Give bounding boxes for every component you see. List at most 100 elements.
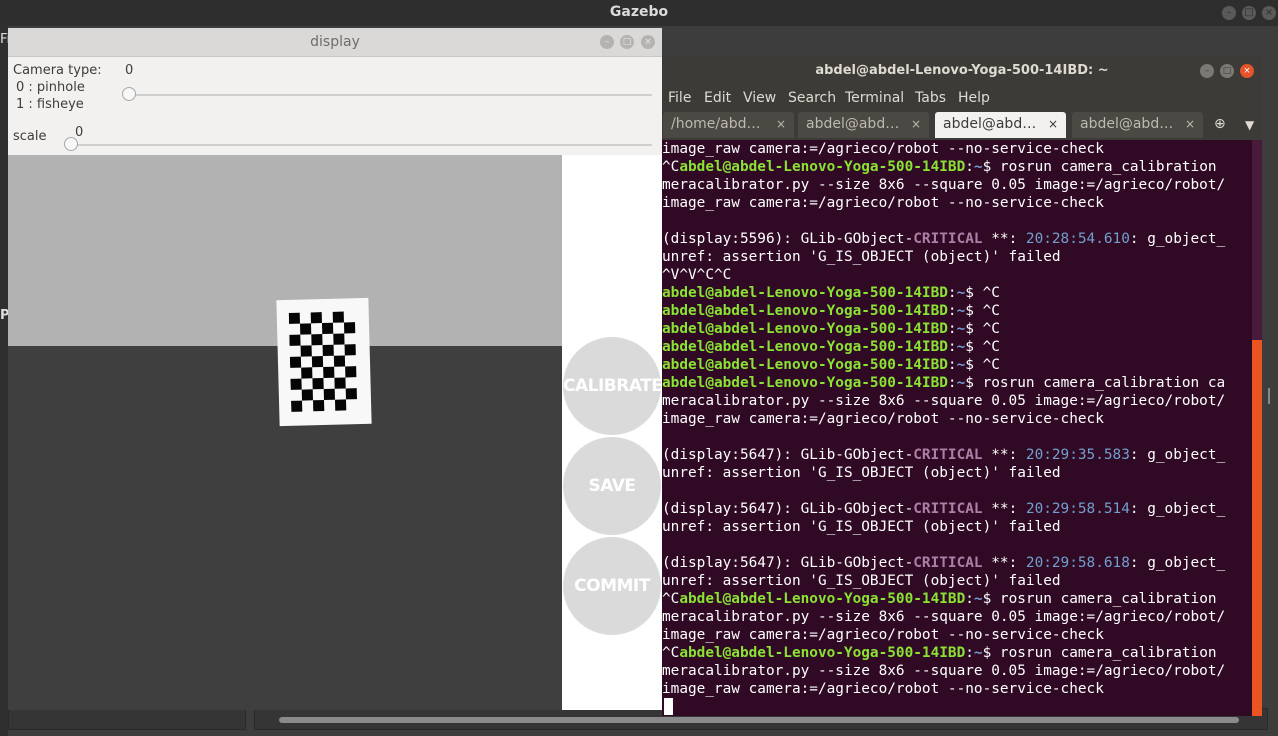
terminal-line: image_raw camera:=/agrieco/robot --no-se… [662, 680, 1252, 698]
checker-square [334, 377, 346, 389]
terminal-segment: (display:5647): GLib-GObject- [662, 555, 914, 571]
checker-square [288, 312, 300, 324]
terminal-close-icon[interactable]: × [1240, 64, 1254, 78]
terminal-output[interactable]: image_raw camera:=/agrieco/robot --no-se… [662, 140, 1252, 716]
menu-terminal[interactable]: Terminal [845, 90, 904, 106]
display-minimize-icon[interactable]: – [600, 35, 614, 49]
gazebo-scroll-thumb[interactable] [279, 717, 1239, 723]
menu-file[interactable]: File [668, 90, 691, 106]
checker-square [312, 400, 325, 412]
terminal-segment: : [947, 285, 957, 301]
terminal-menubar: File Edit View Search Terminal Tabs Help [662, 86, 1262, 110]
checker-square [291, 400, 303, 412]
scale-slider[interactable] [70, 144, 652, 146]
menu-search[interactable]: Search [788, 90, 836, 106]
menu-view[interactable]: View [743, 90, 776, 106]
camera-type-label: Camera type: [13, 63, 102, 78]
terminal-segment: **: [982, 447, 1026, 463]
checker-square [344, 344, 356, 356]
checker-square [321, 322, 334, 335]
display-title: display [310, 34, 360, 50]
menu-help[interactable]: Help [958, 90, 990, 106]
terminal-tabbar: /home/abd… × abdel@abd… × abdel@abd… × a… [662, 110, 1262, 140]
menu-tabs[interactable]: Tabs [915, 90, 946, 106]
terminal-line: unref: assertion 'G_IS_OBJECT (object)' … [662, 248, 1252, 266]
checker-square [311, 356, 324, 368]
terminal-segment: ~ [956, 375, 966, 391]
camera-type-slider[interactable] [128, 94, 652, 96]
terminal-line: ^Cabdel@abdel-Lenovo-Yoga-500-14IBD:~$ r… [662, 590, 1252, 608]
tab-close-icon[interactable]: × [911, 117, 921, 131]
display-close-icon[interactable]: × [641, 35, 655, 49]
terminal-segment: : g_object_ [1129, 231, 1226, 247]
menu-edit[interactable]: Edit [704, 90, 731, 106]
tab-close-icon[interactable]: × [1185, 117, 1195, 131]
gazebo-close-icon[interactable]: × [1262, 6, 1276, 20]
terminal-segment: : [947, 321, 957, 337]
gazebo-minimize-icon[interactable]: – [1222, 6, 1236, 20]
terminal-segment: ^C [662, 645, 680, 661]
terminal-tab[interactable]: abdel@abd… × [798, 112, 929, 138]
gazebo-maximize-icon[interactable]: □ [1242, 6, 1256, 20]
terminal-segment: meracalibrator.py --size 8x6 --square 0.… [662, 609, 1226, 625]
terminal-segment: unref: assertion 'G_IS_OBJECT (object)' … [662, 573, 1061, 589]
terminal-segment: **: [982, 501, 1026, 517]
scale-slider-knob[interactable] [64, 137, 78, 151]
terminal-segment: **: [982, 231, 1026, 247]
terminal-segment: unref: assertion 'G_IS_OBJECT (object)' … [662, 249, 1061, 265]
display-maximize-icon[interactable]: □ [620, 35, 634, 49]
gazebo-left-panel [0, 26, 8, 736]
new-tab-icon[interactable]: ⊕ [1214, 116, 1226, 132]
terminal-segment: abdel@abdel-Lenovo-Yoga-500-14IBD [662, 339, 948, 355]
terminal-segment: $ ^C [965, 303, 1000, 319]
terminal-window: abdel@abdel-Lenovo-Yoga-500-14IBD: ~ – □… [662, 56, 1262, 716]
terminal-segment: abdel@abdel-Lenovo-Yoga-500-14IBD [662, 285, 948, 301]
checker-square [343, 322, 356, 334]
terminal-segment: : [965, 591, 974, 607]
tab-close-icon[interactable]: × [776, 117, 786, 131]
terminal-title: abdel@abdel-Lenovo-Yoga-500-14IBD: ~ [815, 63, 1109, 78]
terminal-segment: : [947, 303, 957, 319]
calibrate-button[interactable]: CALIBRATE [563, 337, 663, 435]
terminal-segment: abdel@abdel-Lenovo-Yoga-500-14IBD [662, 321, 948, 337]
calibration-checkerboard [276, 297, 372, 427]
terminal-segment: ~ [973, 591, 983, 607]
terminal-segment: abdel@abdel-Lenovo-Yoga-500-14IBD [679, 591, 966, 607]
terminal-minimize-icon[interactable]: – [1200, 64, 1214, 78]
terminal-segment: (display:5596): GLib-GObject- [662, 231, 914, 247]
terminal-scrollbar[interactable] [1252, 140, 1262, 716]
terminal-segment: : g_object_ [1129, 447, 1226, 463]
terminal-scroll-thumb[interactable] [1252, 340, 1262, 716]
terminal-segment: 20:28:54.610 [1025, 231, 1130, 247]
commit-button[interactable]: COMMIT [563, 537, 661, 635]
checker-square [323, 366, 335, 379]
terminal-segment: : [947, 339, 957, 355]
terminal-tab[interactable]: abdel@abd… × [1072, 112, 1203, 138]
terminal-segment: abdel@abdel-Lenovo-Yoga-500-14IBD [662, 375, 948, 391]
terminal-line: ^Cabdel@abdel-Lenovo-Yoga-500-14IBD:~$ r… [662, 158, 1252, 176]
gazebo-titlebar: Gazebo – □ × [0, 0, 1278, 26]
chevron-down-icon[interactable]: ▼ [1245, 118, 1254, 132]
tab-label: abdel@abd… [806, 116, 900, 132]
camera-image [8, 155, 562, 710]
tab-label: abdel@abd… [943, 116, 1037, 132]
terminal-tab[interactable]: /home/abd… × [663, 112, 794, 138]
terminal-titlebar[interactable]: abdel@abdel-Lenovo-Yoga-500-14IBD: ~ – □… [662, 56, 1262, 86]
tab-close-icon[interactable]: × [1048, 117, 1058, 131]
terminal-line: abdel@abdel-Lenovo-Yoga-500-14IBD:~$ ^C [662, 320, 1252, 338]
terminal-maximize-icon[interactable]: □ [1220, 64, 1234, 78]
terminal-segment: CRITICAL [913, 447, 983, 463]
terminal-line: (display:5647): GLib-GObject-CRITICAL **… [662, 446, 1252, 464]
scale-value: 0 [75, 125, 84, 140]
terminal-segment: $ ^C [965, 285, 1000, 301]
terminal-tab-active[interactable]: abdel@abd… × [935, 112, 1066, 138]
display-titlebar[interactable]: display – □ × [8, 28, 662, 57]
gazebo-splitter-handle[interactable] [1268, 388, 1270, 404]
gazebo-title: Gazebo [609, 4, 669, 20]
camera-type-slider-knob[interactable] [122, 87, 136, 101]
checker-square [312, 378, 324, 390]
save-button[interactable]: SAVE [563, 437, 661, 535]
